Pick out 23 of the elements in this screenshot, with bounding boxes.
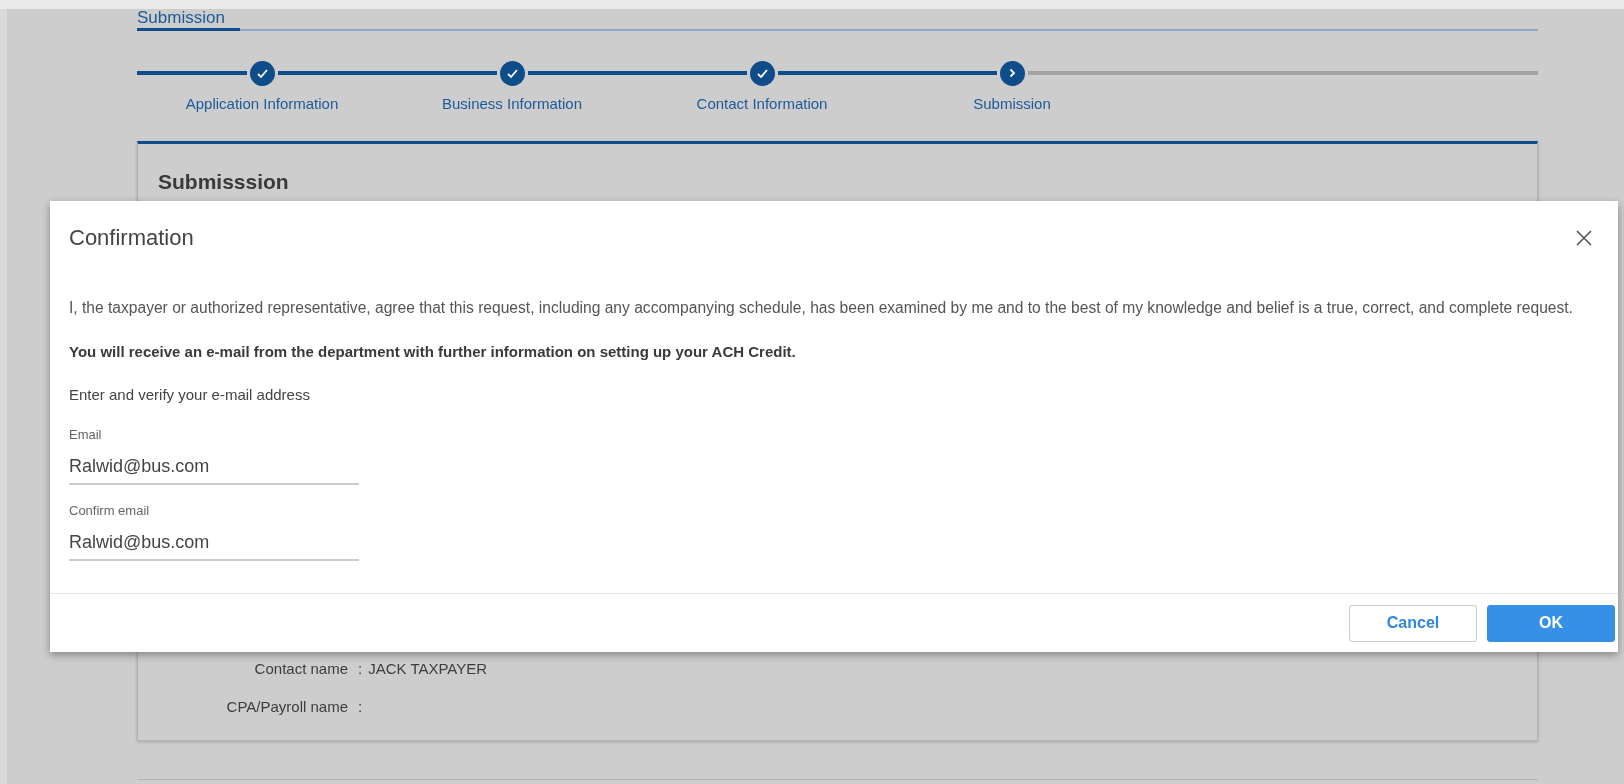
tab[interactable]: Submission: [137, 9, 240, 31]
field-label: Contact name: [253, 659, 348, 677]
ok-button[interactable]: OK: [1487, 604, 1615, 642]
check-icon: [749, 60, 775, 86]
step-label[interactable]: Application Information: [185, 95, 339, 112]
separator: :: [358, 659, 363, 677]
statement-text: I, the taxpayer or authorized representative, agree that this request, including any accompanying schedule, has been examined by me and to the best of my knowledge and belief is a true, correct, and complete request.: [69, 299, 1573, 317]
separator: :: [358, 697, 363, 715]
field-value: JACK TAXPAYER: [368, 659, 488, 677]
check-icon: [499, 60, 525, 86]
notice-text: You will receive an e-mail from the department with further information on setting up your ACH Credit.: [69, 343, 797, 360]
field-label: CPA/Payroll name: [225, 697, 348, 715]
cancel-button[interactable]: Cancel: [1349, 604, 1477, 642]
dialog-title: Confirmation: [69, 225, 194, 251]
step-label[interactable]: Business Information: [441, 95, 583, 112]
step-label[interactable]: Contact Information: [696, 95, 828, 112]
chevron-icon: [999, 60, 1025, 86]
prompt-text: Enter and verify your e-mail address: [69, 386, 311, 403]
section-title: Submisssion: [158, 170, 290, 194]
field-label: Email: [69, 427, 103, 442]
step-label[interactable]: Submission: [973, 95, 1051, 112]
field-label: Confirm email: [69, 503, 151, 518]
check-icon: [249, 60, 275, 86]
